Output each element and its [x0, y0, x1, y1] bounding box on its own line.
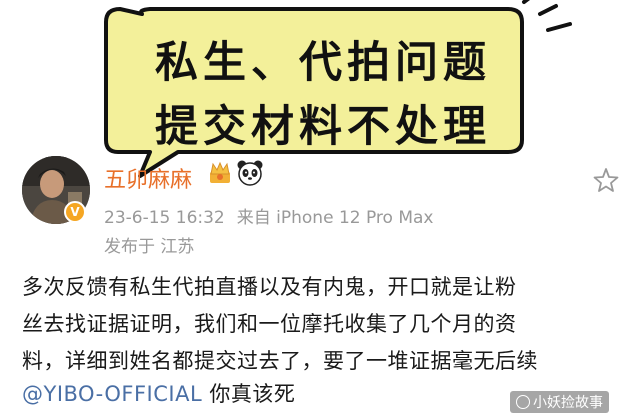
verified-badge-icon: V [64, 201, 86, 223]
panda-emoji-icon [237, 160, 263, 186]
mention-link[interactable]: @YIBO-OFFICIAL [22, 382, 202, 406]
star-icon[interactable] [592, 166, 620, 194]
watermark: 小妖捡故事 [510, 391, 609, 413]
watermark-text: 小妖捡故事 [533, 395, 603, 411]
watermark-logo-icon [516, 395, 530, 409]
crown-emoji-icon [210, 161, 230, 183]
post-meta: 23-6-15 16:32 来自 iPhone 12 Pro Max [104, 203, 434, 228]
bubble-title-line1: 私生、代拍问题 [155, 38, 491, 88]
username[interactable]: 五卯麻麻 [104, 162, 192, 194]
speech-bubble: 私生、代拍问题 提交材料不处理 [0, 0, 640, 190]
post-timestamp: 23-6-15 16:32 [104, 208, 225, 228]
post-body-line: 丝去找证据证明，我们和一位摩托收集了几个月的资 [22, 312, 517, 336]
emphasis-lines-icon [522, 0, 572, 32]
post-body-text: 你真该死 [202, 382, 296, 406]
post-body-line: 多次反馈有私生代拍直播以及有内鬼，开口就是让粉 [22, 275, 517, 299]
post-location: 发布于 江苏 [104, 237, 195, 257]
post-body-line: 料，详细到姓名都提交过去了，要了一堆证据毫无后续 [22, 349, 538, 373]
post-source: 来自 iPhone 12 Pro Max [236, 208, 434, 228]
bubble-title-line2: 提交材料不处理 [155, 102, 491, 152]
